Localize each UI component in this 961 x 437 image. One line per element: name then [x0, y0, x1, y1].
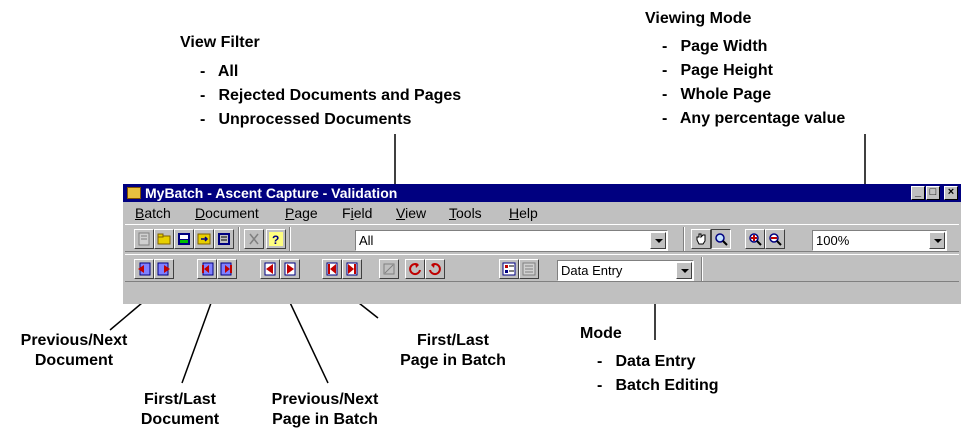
menu-batch[interactable]: Batch	[135, 203, 171, 223]
toolbar-separator	[701, 257, 703, 281]
first-last-document-label: First/Last Document	[140, 391, 220, 428]
properties-icon	[218, 233, 230, 245]
toolbar-separator	[289, 227, 291, 251]
toolbar-separator	[683, 227, 685, 251]
field-properties-icon	[522, 262, 536, 276]
zoom-in-icon	[749, 233, 762, 246]
chevron-down-icon[interactable]	[650, 232, 666, 249]
last-page-button[interactable]	[342, 259, 362, 279]
menu-help[interactable]: Help	[509, 203, 538, 223]
mode-option: - Batch Editing	[597, 377, 719, 394]
view-filter-dropdown[interactable]: All	[355, 230, 668, 251]
hand-pan-icon	[696, 233, 706, 245]
edit-button[interactable]	[379, 259, 399, 279]
close-icon: ×	[947, 186, 955, 198]
viewing-mode-option: - Page Width	[662, 38, 768, 55]
view-filter-option: - Rejected Documents and Pages	[200, 87, 462, 104]
pan-button[interactable]	[691, 229, 711, 249]
first-document-icon	[202, 262, 214, 276]
prev-document-icon	[138, 262, 151, 276]
toolbar-row-2: Data Entry	[125, 254, 959, 282]
first-document-button[interactable]	[197, 259, 217, 279]
mode-title: Mode	[580, 325, 622, 342]
menu-bar: Batch Document Page Field View Tools Hel…	[123, 203, 961, 223]
field-list-icon	[502, 262, 516, 276]
zoom-out-button[interactable]	[765, 229, 785, 249]
viewing-mode-option: - Whole Page	[662, 86, 772, 103]
close-button[interactable]: ×	[944, 186, 958, 200]
rotate-left-button[interactable]	[405, 259, 425, 279]
open-folder-button[interactable]	[154, 229, 174, 249]
viewing-mode-title: Viewing Mode	[645, 10, 752, 27]
zoom-in-button[interactable]	[745, 229, 765, 249]
view-filter-option: - Unprocessed Documents	[200, 111, 412, 128]
scissors-icon	[249, 233, 259, 245]
chevron-down-icon[interactable]	[929, 232, 945, 249]
minimize-icon: _	[914, 186, 922, 198]
menu-tools[interactable]: Tools	[449, 203, 482, 223]
minimize-button[interactable]: _	[911, 186, 925, 200]
first-page-icon	[326, 262, 338, 276]
zoom-out-icon	[769, 233, 782, 246]
prev-next-document-label: Previous/Next Document	[20, 332, 128, 369]
viewing-mode-option: - Any percentage value	[662, 110, 846, 127]
next-page-button[interactable]	[280, 259, 300, 279]
edit-disabled-icon	[383, 263, 395, 275]
toolbar-separator	[238, 227, 240, 251]
window-title: MyBatch - Ascent Capture - Validation	[145, 185, 398, 201]
mode-dropdown[interactable]: Data Entry	[557, 260, 694, 281]
menu-page[interactable]: Page	[285, 203, 318, 223]
previous-document-button[interactable]	[134, 259, 154, 279]
field-properties-button[interactable]	[519, 259, 539, 279]
help-button[interactable]: ?	[266, 229, 286, 249]
last-document-button[interactable]	[217, 259, 237, 279]
next-document-icon	[157, 262, 170, 276]
view-filter-option: - All	[200, 63, 239, 80]
first-last-page-label: First/Last Page in Batch	[400, 332, 506, 369]
menu-view[interactable]: View	[396, 203, 426, 223]
export-button[interactable]	[194, 229, 214, 249]
previous-page-button[interactable]	[260, 259, 280, 279]
view-filter-title: View Filter	[180, 34, 260, 51]
document-button[interactable]	[134, 229, 154, 249]
zoom-icon	[715, 233, 728, 246]
menu-field[interactable]: Field	[342, 203, 372, 223]
application-window: MyBatch - Ascent Capture - Validation _ …	[123, 184, 961, 304]
zoom-value: 100%	[816, 233, 850, 248]
batch-button[interactable]	[174, 229, 194, 249]
title-bar[interactable]: MyBatch - Ascent Capture - Validation _ …	[123, 184, 961, 202]
mode-option: - Data Entry	[597, 353, 696, 370]
maximize-button[interactable]: □	[926, 186, 940, 200]
rotate-right-icon	[429, 263, 441, 276]
export-icon	[197, 233, 211, 245]
first-page-button[interactable]	[322, 259, 342, 279]
rotate-right-button[interactable]	[425, 259, 445, 279]
app-icon[interactable]	[127, 187, 141, 199]
batch-icon	[178, 233, 190, 245]
last-page-icon	[346, 262, 358, 276]
view-filter-value: All	[359, 233, 374, 248]
mode-value: Data Entry	[561, 263, 623, 278]
zoom-button[interactable]	[711, 229, 731, 249]
toolbar-row-1: ? All 100%	[125, 224, 959, 252]
menu-document[interactable]: Document	[195, 203, 259, 223]
svg-text:?: ?	[272, 233, 279, 246]
cut-button[interactable]	[244, 229, 264, 249]
document-icon	[138, 232, 150, 246]
properties-button[interactable]	[214, 229, 234, 249]
help-icon: ?	[269, 232, 283, 246]
chevron-down-icon[interactable]	[676, 262, 692, 279]
prev-next-page-label: Previous/Next Page in Batch	[271, 391, 379, 428]
next-document-button[interactable]	[154, 259, 174, 279]
field-list-button[interactable]	[499, 259, 519, 279]
prev-page-icon	[264, 262, 276, 276]
viewing-mode-option: - Page Height	[662, 62, 773, 79]
zoom-dropdown[interactable]: 100%	[812, 230, 947, 251]
rotate-left-icon	[409, 263, 421, 276]
next-page-icon	[284, 262, 296, 276]
last-document-icon	[220, 262, 232, 276]
open-folder-icon	[157, 233, 171, 245]
maximize-icon: □	[929, 186, 937, 198]
